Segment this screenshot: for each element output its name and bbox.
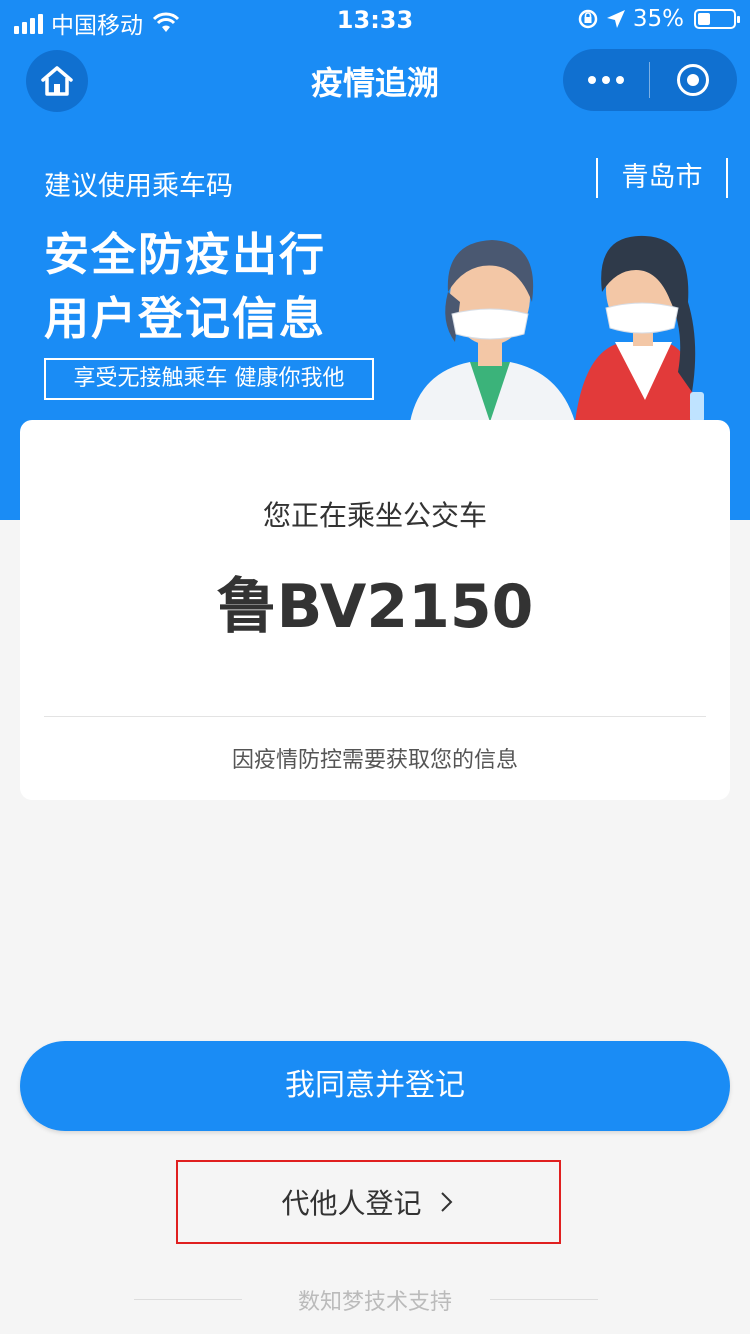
close-button[interactable]	[650, 49, 736, 111]
rotation-lock-icon	[578, 9, 598, 29]
battery-percent: 35%	[632, 6, 684, 32]
card-divider	[44, 716, 706, 717]
mini-program-capsule	[563, 49, 737, 111]
footer: 数知梦技术支持	[0, 1284, 750, 1315]
city-selector[interactable]: 青岛市	[596, 158, 728, 198]
medical-staff-illustration	[410, 235, 704, 422]
tagline: 享受无接触乘车 健康你我他	[44, 358, 374, 400]
footer-divider-right	[490, 1299, 598, 1300]
headline-line-1: 安全防疫出行	[44, 228, 327, 281]
battery-icon	[694, 9, 740, 29]
agree-register-button[interactable]: 我同意并登记	[20, 1041, 730, 1131]
chevron-right-icon	[440, 1192, 452, 1212]
battery-fill	[698, 13, 710, 25]
headline-line-2: 用户登记信息	[44, 292, 327, 345]
bus-info-card: 您正在乘坐公交车 鲁BV2150 因疫情防控需要获取您的信息	[20, 420, 730, 800]
register-for-others-label: 代他人登记	[281, 1187, 422, 1220]
target-icon	[677, 64, 709, 96]
more-icon	[588, 76, 596, 84]
location-icon	[606, 10, 625, 28]
more-button[interactable]	[563, 49, 649, 111]
status-bar: 中国移动 13:33 35%	[0, 0, 750, 40]
suggestion-text: 建议使用乘车码	[44, 171, 233, 202]
privacy-notice: 因疫情防控需要获取您的信息	[231, 748, 518, 773]
bus-plate-number: 鲁BV2150	[216, 572, 534, 642]
register-for-others-button[interactable]: 代他人登记	[176, 1160, 561, 1244]
riding-label: 您正在乘坐公交车	[262, 499, 487, 532]
tech-support-text: 数知梦技术支持	[297, 1290, 452, 1315]
